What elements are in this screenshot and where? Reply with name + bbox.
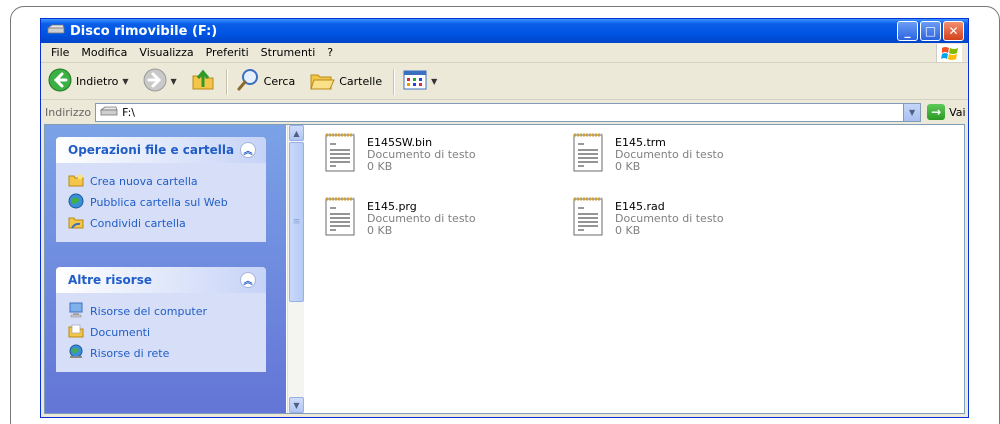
back-dropdown-icon[interactable]: ▼ [122,77,128,86]
documents-folder-icon [68,324,84,341]
collapse-chevron-icon[interactable]: ︽ [240,142,256,158]
menu-file[interactable]: File [45,46,75,59]
panel-title: Operazioni file e cartella [68,143,235,157]
menu-help[interactable]: ? [321,46,339,59]
file-item[interactable]: E145.prg Documento di testo 0 KB [323,195,553,251]
my-computer-icon [68,302,84,321]
forward-button[interactable]: ▼ [140,67,180,97]
scroll-up-icon[interactable]: ▲ [289,125,304,141]
back-label: Indietro [76,75,119,88]
other-places-panel: Altre risorse ︽ Risorse del computer Doc… [56,267,266,372]
link-label: Crea nuova cartella [90,175,198,188]
menu-visualizza[interactable]: Visualizza [133,46,199,59]
scrollbar-thumb[interactable]: ≡ [289,142,304,302]
file-item[interactable]: E145.rad Documento di testo 0 KB [571,195,801,251]
task-pane: Operazioni file e cartella ︽ Crea nuova … [45,125,286,413]
search-label: Cerca [263,75,296,88]
file-list: E145SW.bin Documento di testo 0 KB E145.… [315,125,955,413]
file-size: 0 KB [615,160,641,173]
link-label: Condividi cartella [90,217,186,230]
toolbar-separator [225,68,227,95]
menu-preferiti[interactable]: Preferiti [200,46,255,59]
views-dropdown-icon[interactable]: ▼ [431,77,437,86]
up-folder-button[interactable] [188,67,218,97]
network-places-icon [68,344,84,363]
link-label: Risorse di rete [90,347,170,360]
scroll-down-icon[interactable]: ▼ [289,397,304,413]
back-arrow-icon [48,68,72,95]
folders-icon [309,69,335,94]
documents-link[interactable]: Documenti [68,322,256,343]
go-button[interactable]: → Vai [927,104,966,120]
search-button[interactable]: Cerca [233,67,299,97]
windows-logo-icon [936,44,962,62]
text-document-icon [571,195,605,240]
panel-title: Altre risorse [68,273,152,287]
publish-web-icon [68,193,84,212]
new-folder-icon [68,173,84,190]
window-title: Disco rimovibile (F:) [70,23,218,39]
toolbar: Indietro ▼ ▼ Cerca Cartelle ▼ [41,64,968,100]
address-dropdown-icon[interactable]: ▼ [903,103,921,121]
up-folder-icon [191,68,215,95]
minimize-button[interactable]: _ [897,21,918,41]
explorer-window: Disco rimovibile (F:) _ □ ✕ File Modific… [40,18,969,418]
address-value: F:\ [122,105,136,119]
folders-label: Cartelle [339,75,383,88]
share-folder-link[interactable]: Condividi cartella [68,213,256,234]
link-label: Documenti [90,326,151,339]
views-icon [403,70,427,93]
file-size: 0 KB [367,224,393,237]
link-label: Pubblica cartella sul Web [90,196,228,209]
file-size: 0 KB [615,224,641,237]
file-folder-tasks-panel: Operazioni file e cartella ︽ Crea nuova … [56,137,266,242]
back-button[interactable]: Indietro ▼ [45,67,132,97]
my-computer-link[interactable]: Risorse del computer [68,301,256,322]
removable-drive-icon [46,23,65,39]
address-field[interactable]: F:\ ▼ [95,102,922,122]
menu-strumenti[interactable]: Strumenti [255,46,322,59]
text-document-icon [323,131,357,176]
other-places-header[interactable]: Altre risorse ︽ [56,267,266,293]
forward-dropdown-icon[interactable]: ▼ [171,77,177,86]
menu-bar: File Modifica Visualizza Preferiti Strum… [41,43,968,63]
close-button[interactable]: ✕ [943,21,964,41]
file-item[interactable]: E145SW.bin Documento di testo 0 KB [323,131,553,187]
content-area: Operazioni file e cartella ︽ Crea nuova … [44,124,965,414]
address-label: Indirizzo [45,105,92,119]
folders-button[interactable]: Cartelle [306,67,385,97]
network-places-link[interactable]: Risorse di rete [68,343,256,364]
collapse-chevron-icon[interactable]: ︽ [240,272,256,288]
file-size: 0 KB [367,160,393,173]
link-label: Risorse del computer [90,305,208,318]
file-folder-tasks-header[interactable]: Operazioni file e cartella ︽ [56,137,266,163]
text-document-icon [571,131,605,176]
forward-arrow-icon [143,68,167,95]
publish-web-link[interactable]: Pubblica cartella sul Web [68,192,256,213]
create-folder-link[interactable]: Crea nuova cartella [68,171,256,192]
views-button[interactable]: ▼ [400,67,440,97]
maximize-button[interactable]: □ [920,21,941,41]
file-item[interactable]: E145.trm Documento di testo 0 KB [571,131,801,187]
removable-drive-icon [99,105,118,120]
go-arrow-icon: → [927,104,946,120]
go-label: Vai [949,105,966,119]
search-icon [236,68,260,95]
title-bar[interactable]: Disco rimovibile (F:) _ □ ✕ [41,19,968,43]
text-document-icon [323,195,357,240]
menu-modifica[interactable]: Modifica [75,46,133,59]
toolbar-separator [393,68,395,95]
share-folder-icon [68,215,84,232]
address-bar: Indirizzo F:\ ▼ → Vai [41,101,968,123]
task-pane-scrollbar[interactable]: ▲ ≡ ▼ [287,125,304,413]
